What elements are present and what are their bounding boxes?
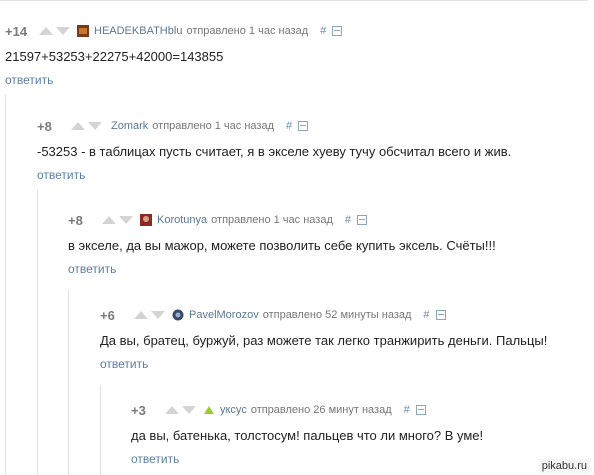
avatar[interactable] [77, 25, 89, 37]
reply-link[interactable]: ответить [37, 168, 511, 182]
comment: +3 уксус отправлено 26 минут назад # да … [131, 402, 484, 467]
upvote-icon[interactable] [71, 122, 85, 130]
upvote-icon[interactable] [134, 311, 148, 319]
reply-link[interactable]: ответить [131, 452, 483, 466]
comment-header: +3 уксус отправлено 26 минут назад # [131, 402, 483, 418]
comment-header: +8 Zomark отправлено 1 час назад # [37, 118, 511, 134]
comment: +14 HEADEKBATHblu отправлено 1 час назад… [5, 23, 343, 87]
collapse-icon[interactable] [298, 121, 309, 131]
comment: +8 Korotunya отправлено 1 час назад # в … [68, 212, 496, 277]
downvote-icon[interactable] [151, 311, 165, 319]
thread-line [100, 385, 101, 475]
comment-text: -53253 - в таблицах пусть считает, я в э… [37, 144, 512, 159]
downvote-icon[interactable] [119, 216, 133, 224]
thread-line [37, 190, 38, 475]
comment-meta: отправлено 26 минут назад [250, 404, 392, 416]
avatar[interactable] [203, 404, 215, 416]
thread-line [68, 290, 69, 475]
comment-author[interactable]: уксус [220, 404, 247, 416]
comment-rating: +8 [68, 212, 83, 228]
reply-link[interactable]: ответить [5, 73, 342, 87]
comment-thread: +14 HEADEKBATHblu отправлено 1 час назад… [0, 0, 594, 475]
downvote-icon[interactable] [182, 406, 196, 414]
downvote-icon[interactable] [88, 122, 102, 130]
comment-rating: +3 [131, 402, 146, 418]
comment-author[interactable]: PavelMorozov [189, 309, 259, 321]
comment-rating: +6 [100, 307, 115, 323]
permalink-link[interactable]: # [286, 120, 292, 132]
comment-meta: отправлено 1 час назад [211, 214, 333, 226]
comment-text: да вы, батенька, толстосум! пальцев что … [131, 428, 484, 443]
comment: +8 Zomark отправлено 1 час назад # -5325… [37, 118, 512, 183]
reply-link[interactable]: ответить [100, 357, 547, 371]
permalink-link[interactable]: # [320, 25, 326, 37]
avatar[interactable] [172, 309, 184, 321]
comment-header: +6 PavelMorozov отправлено 52 минуты наз… [100, 307, 547, 323]
avatar[interactable] [140, 214, 152, 226]
comment-text: 21597+53253+22275+42000=143855 [5, 49, 224, 64]
comment-author[interactable]: Korotunya [157, 214, 207, 226]
upvote-icon[interactable] [39, 27, 53, 35]
collapse-icon[interactable] [332, 26, 343, 36]
thread-line [5, 95, 6, 475]
comment-text: в экселе, да вы мажор, можете позволить … [68, 238, 496, 253]
permalink-link[interactable]: # [345, 214, 351, 226]
downvote-icon[interactable] [56, 27, 70, 35]
site-watermark: pikabu.ru [538, 459, 590, 473]
upvote-icon[interactable] [102, 216, 116, 224]
comment-meta: отправлено 1 час назад [152, 120, 274, 132]
permalink-link[interactable]: # [404, 404, 410, 416]
comment: +6 PavelMorozov отправлено 52 минуты наз… [100, 307, 548, 372]
comment-rating: +8 [37, 118, 52, 134]
comment-text: Да вы, братец, буржуй, раз можете так ле… [100, 333, 548, 348]
comment-meta: отправлено 1 час назад [186, 25, 309, 37]
reply-link[interactable]: ответить [68, 262, 496, 276]
comment-rating: +14 [5, 23, 28, 39]
comment-header: +8 Korotunya отправлено 1 час назад # [68, 212, 496, 228]
collapse-icon[interactable] [435, 310, 446, 320]
permalink-link[interactable]: # [423, 309, 429, 321]
comment-author[interactable]: HEADEKBATHblu [94, 25, 182, 37]
comment-author[interactable]: Zomark [111, 120, 148, 132]
comment-header: +14 HEADEKBATHblu отправлено 1 час назад… [5, 23, 343, 39]
collapse-icon[interactable] [415, 405, 426, 415]
comment-meta: отправлено 52 минуты назад [262, 309, 412, 321]
upvote-icon[interactable] [165, 406, 179, 414]
collapse-icon[interactable] [357, 215, 367, 225]
